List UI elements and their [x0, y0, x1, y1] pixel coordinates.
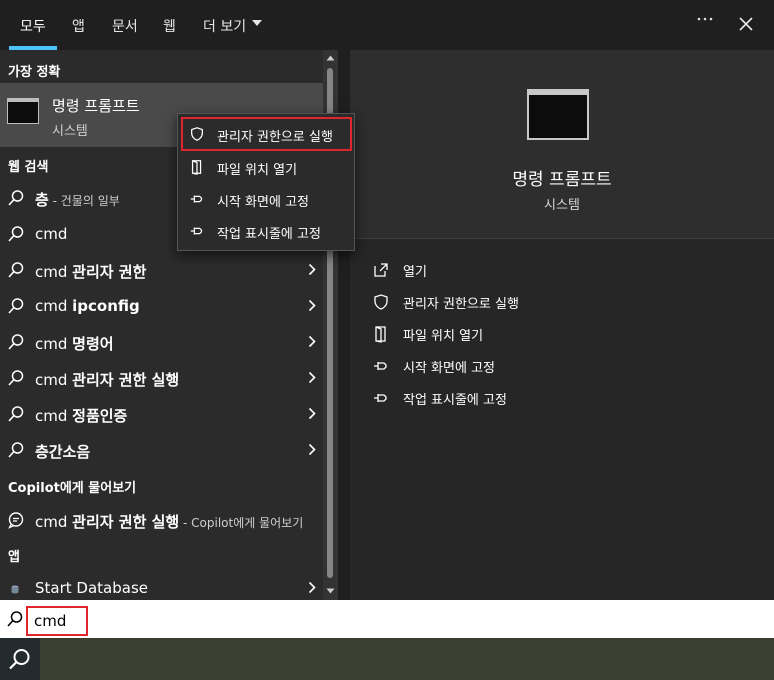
- chevron-down-icon[interactable]: [251, 19, 263, 27]
- web-result-label: cmd 관리자 권한: [35, 263, 147, 281]
- folder-icon: [372, 325, 390, 343]
- app-result-label: Start Database: [35, 579, 148, 597]
- search-icon: [6, 610, 24, 628]
- command-prompt-icon: [527, 89, 589, 140]
- pin-icon: [189, 191, 205, 207]
- command-prompt-icon: [7, 98, 39, 124]
- preview-title: 명령 프롬프트: [512, 170, 612, 190]
- search-icon: [7, 441, 25, 459]
- best-match-header: 가장 정확: [8, 65, 61, 80]
- preview-header: 명령 프롬프트 시스템: [350, 50, 774, 238]
- search-tab-bar: 모두 앱 문서 웹 더 보기: [0, 0, 774, 50]
- web-result-item[interactable]: cmd ipconfig: [0, 288, 323, 324]
- web-result-label: 층 - 건물의 일부: [35, 191, 120, 209]
- chevron-right-icon[interactable]: [308, 443, 316, 456]
- action-label: 작업 표시줄에 고정: [403, 393, 507, 408]
- chevron-right-icon[interactable]: [308, 335, 316, 348]
- action-open[interactable]: 열기: [372, 257, 752, 283]
- action-label: 시작 화면에 고정: [403, 361, 495, 376]
- more-options-icon[interactable]: [696, 10, 714, 28]
- chat-bubble-icon: [7, 511, 25, 529]
- web-result-label: cmd 명령어: [35, 335, 114, 353]
- chevron-right-icon[interactable]: [308, 371, 316, 384]
- context-item-label: 시작 화면에 고정: [217, 195, 309, 210]
- best-match-title: 명령 프롬프트: [52, 97, 140, 115]
- preview-panel: 명령 프롬프트 시스템 열기 관리자 권한으로 실행 파일 위치 열기 시작 화…: [350, 50, 774, 600]
- highlight-box: [181, 117, 352, 151]
- search-icon: [7, 333, 25, 351]
- apps-header: 앱: [8, 550, 20, 565]
- web-result-label: cmd ipconfig: [35, 297, 140, 315]
- preview-divider: [350, 238, 774, 239]
- copilot-result-label: cmd 관리자 권한 실행 - Copilot에게 물어보기: [35, 513, 304, 531]
- search-icon: [7, 189, 25, 207]
- chevron-right-icon[interactable]: [308, 581, 316, 594]
- tab-web[interactable]: 웹: [163, 16, 176, 36]
- action-run-as-admin[interactable]: 관리자 권한으로 실행: [372, 289, 752, 315]
- database-app-icon: [7, 579, 25, 597]
- web-result-label: cmd: [35, 225, 68, 243]
- web-result-item[interactable]: cmd 명령어: [0, 324, 323, 360]
- search-icon: [7, 369, 25, 387]
- shield-icon: [372, 293, 390, 311]
- tab-all[interactable]: 모두: [20, 16, 46, 36]
- search-icon: [7, 405, 25, 423]
- context-item-label: 파일 위치 열기: [217, 163, 298, 178]
- tab-documents[interactable]: 문서: [112, 16, 138, 36]
- action-pin-to-start[interactable]: 시작 화면에 고정: [372, 353, 752, 379]
- web-result-item[interactable]: cmd 정품인증: [0, 396, 323, 432]
- web-result-label: cmd 관리자 권한 실행: [35, 371, 180, 389]
- search-icon: [7, 261, 25, 279]
- preview-subtitle: 시스템: [544, 198, 580, 213]
- close-icon[interactable]: [738, 16, 754, 32]
- chevron-right-icon[interactable]: [308, 407, 316, 420]
- context-pin-to-taskbar[interactable]: 작업 표시줄에 고정: [181, 216, 351, 246]
- pin-icon: [189, 223, 205, 239]
- taskbar-search-button[interactable]: [0, 638, 40, 680]
- web-search-header: 웹 검색: [8, 160, 49, 175]
- action-pin-to-taskbar[interactable]: 작업 표시줄에 고정: [372, 385, 752, 411]
- search-icon: [9, 649, 30, 670]
- action-open-file-location[interactable]: 파일 위치 열기: [372, 321, 752, 347]
- web-result-item[interactable]: 층간소음: [0, 432, 323, 468]
- action-label: 열기: [403, 265, 427, 280]
- pin-icon: [372, 357, 390, 375]
- search-icon: [7, 225, 25, 243]
- context-open-file-location[interactable]: 파일 위치 열기: [181, 152, 351, 182]
- folder-icon: [189, 159, 205, 175]
- action-label: 관리자 권한으로 실행: [403, 297, 519, 312]
- chevron-right-icon[interactable]: [308, 299, 316, 312]
- context-item-label: 작업 표시줄에 고정: [217, 227, 321, 242]
- copilot-result-item[interactable]: cmd 관리자 권한 실행 - Copilot에게 물어보기: [0, 502, 323, 538]
- chevron-right-icon[interactable]: [308, 263, 316, 276]
- search-icon: [7, 297, 25, 315]
- web-result-item[interactable]: cmd 관리자 권한 실행: [0, 360, 323, 396]
- context-pin-to-start[interactable]: 시작 화면에 고정: [181, 184, 351, 214]
- app-result-item[interactable]: Start Database: [0, 570, 323, 600]
- scroll-down-arrow-icon[interactable]: [326, 588, 335, 594]
- tab-apps[interactable]: 앱: [72, 16, 85, 36]
- taskbar: [0, 638, 774, 680]
- copilot-header: Copilot에게 물어보기: [8, 481, 137, 496]
- best-match-subtitle: 시스템: [52, 124, 88, 139]
- action-label: 파일 위치 열기: [403, 329, 484, 344]
- pin-icon: [372, 389, 390, 407]
- open-icon: [372, 261, 390, 279]
- web-result-label: cmd 정품인증: [35, 407, 128, 425]
- scroll-up-arrow-icon[interactable]: [326, 55, 335, 61]
- tab-more[interactable]: 더 보기: [203, 16, 246, 36]
- web-result-item[interactable]: cmd 관리자 권한: [0, 252, 323, 288]
- web-result-label: 층간소음: [35, 443, 91, 461]
- search-input[interactable]: [26, 606, 88, 636]
- search-box[interactable]: [0, 600, 774, 638]
